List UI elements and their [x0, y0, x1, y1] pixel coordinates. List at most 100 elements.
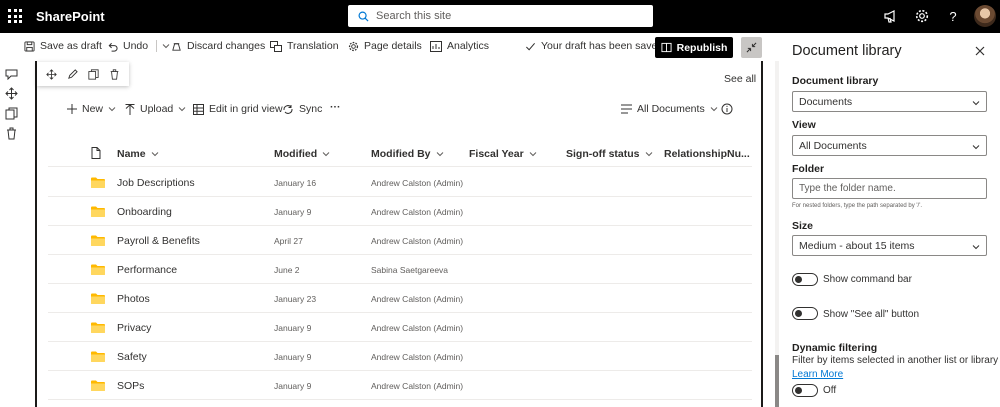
- move-icon[interactable]: [46, 68, 57, 80]
- megaphone-icon[interactable]: [883, 8, 899, 24]
- more-button[interactable]: ···: [330, 101, 341, 113]
- column-label: RelationshipNu...: [664, 148, 750, 160]
- column-header-modified-by[interactable]: Modified By: [371, 148, 444, 160]
- show-see-all-toggle[interactable]: [792, 307, 818, 320]
- section-border-left: [35, 61, 37, 407]
- size-value: Medium - about 15 items: [799, 240, 915, 252]
- row-modified: June 2: [274, 265, 300, 275]
- column-header-relationship[interactable]: RelationshipNu...: [664, 148, 750, 160]
- folder-icon: [91, 206, 105, 217]
- chevron-down-icon: [322, 152, 330, 157]
- table-row[interactable]: Performance June 2 Sabina Saetgareeva: [48, 255, 752, 284]
- row-name[interactable]: Photos: [117, 293, 150, 305]
- sync-icon: [283, 104, 293, 114]
- delete-icon[interactable]: [5, 127, 18, 140]
- duplicate-icon[interactable]: [5, 107, 18, 120]
- undo-button[interactable]: Undo: [107, 40, 170, 52]
- row-name[interactable]: Safety: [117, 351, 147, 363]
- duplicate-icon[interactable]: [88, 68, 99, 80]
- size-dropdown[interactable]: Medium - about 15 items: [792, 235, 987, 256]
- column-header-name[interactable]: Name: [117, 148, 159, 160]
- close-icon[interactable]: [975, 46, 985, 56]
- grid-view-label: Edit in grid view: [209, 103, 283, 115]
- table-row[interactable]: Privacy January 9 Andrew Calston (Admin): [48, 313, 752, 342]
- analytics-icon: [430, 40, 442, 52]
- row-modified-by: Andrew Calston (Admin): [371, 236, 464, 246]
- chevron-down-icon: [972, 101, 980, 106]
- library-dropdown[interactable]: Documents: [792, 91, 987, 112]
- column-label: Sign-off status: [566, 148, 640, 160]
- page-details-button[interactable]: Page details: [348, 40, 422, 52]
- folder-icon: [91, 322, 105, 333]
- library-label: Document library: [792, 75, 879, 87]
- view-switcher[interactable]: All Documents: [621, 103, 718, 115]
- table-row[interactable]: Payroll & Benefits April 27 Andrew Calst…: [48, 226, 752, 255]
- app-title[interactable]: SharePoint: [36, 9, 105, 24]
- folder-input[interactable]: Type the folder name.: [792, 178, 987, 199]
- chevron-down-icon[interactable]: [162, 42, 170, 50]
- see-all-link[interactable]: See all: [724, 73, 756, 85]
- webpart-toolbox: [37, 62, 129, 86]
- table-row[interactable]: SOPs January 9 Andrew Calston (Admin): [48, 371, 752, 400]
- plus-icon: [67, 104, 77, 114]
- row-modified: January 9: [274, 323, 312, 333]
- analytics-label: Analytics: [447, 40, 490, 52]
- checkmark-icon: [526, 42, 536, 50]
- view-value: All Documents: [799, 140, 867, 152]
- table-row[interactable]: Job Descriptions January 16 Andrew Calst…: [48, 168, 752, 197]
- row-name[interactable]: Privacy: [117, 322, 151, 334]
- table-row[interactable]: Photos January 23 Andrew Calston (Admin): [48, 284, 752, 313]
- analytics-button[interactable]: Analytics: [430, 40, 489, 52]
- grid-view-button[interactable]: Edit in grid view: [193, 103, 283, 115]
- property-pane: Document library Document library Docume…: [779, 33, 1000, 407]
- folder-placeholder: Type the folder name.: [799, 183, 896, 194]
- discard-icon: [172, 42, 181, 51]
- upload-button[interactable]: Upload: [125, 103, 186, 115]
- app-launcher-icon[interactable]: [8, 9, 22, 23]
- column-label: Modified By: [371, 148, 431, 160]
- info-button[interactable]: [721, 103, 733, 115]
- row-modified-by: Andrew Calston (Admin): [371, 178, 464, 188]
- search-box[interactable]: Search this site: [348, 5, 653, 27]
- collapse-button[interactable]: [741, 37, 762, 58]
- view-dropdown[interactable]: All Documents: [792, 135, 987, 156]
- row-name[interactable]: Performance: [117, 264, 177, 276]
- delete-icon[interactable]: [109, 68, 120, 80]
- learn-more-link[interactable]: Learn More: [792, 369, 843, 380]
- column-header-fiscal-year[interactable]: Fiscal Year: [469, 148, 537, 160]
- dynamic-filtering-toggle[interactable]: [792, 384, 818, 397]
- column-header-modified[interactable]: Modified: [274, 148, 330, 160]
- row-name[interactable]: Onboarding: [117, 206, 172, 218]
- save-draft-button[interactable]: Save as draft: [24, 40, 102, 52]
- chevron-down-icon: [972, 145, 980, 150]
- table-row[interactable]: Safety January 9 Andrew Calston (Admin): [48, 342, 752, 371]
- help-icon[interactable]: ?: [945, 8, 961, 24]
- section-toolbar: [0, 61, 24, 407]
- row-modified: January 9: [274, 352, 312, 362]
- gear-icon[interactable]: [914, 8, 930, 24]
- row-name[interactable]: Job Descriptions: [117, 177, 195, 189]
- sync-button[interactable]: Sync: [282, 103, 322, 115]
- translation-button[interactable]: Translation: [270, 40, 339, 52]
- table-row[interactable]: Onboarding January 9 Andrew Calston (Adm…: [48, 197, 752, 226]
- edit-section-icon[interactable]: [5, 67, 18, 80]
- library-command-bar: New Upload Edit in grid view Sync ··· Al…: [48, 100, 748, 122]
- gear-icon: [348, 41, 359, 51]
- avatar[interactable]: [974, 5, 996, 27]
- discard-changes-button[interactable]: Discard changes: [171, 40, 265, 52]
- republish-button[interactable]: Republish: [655, 37, 733, 58]
- row-modified: April 27: [274, 236, 303, 246]
- row-name[interactable]: SOPs: [117, 380, 144, 392]
- new-button[interactable]: New: [67, 103, 116, 115]
- file-type-icon[interactable]: [91, 147, 101, 159]
- draft-status: Your draft has been saved: [525, 40, 663, 52]
- edit-icon[interactable]: [67, 68, 78, 80]
- show-command-bar-toggle[interactable]: [792, 273, 818, 286]
- row-name[interactable]: Payroll & Benefits: [117, 235, 200, 247]
- folder-icon: [91, 293, 105, 304]
- move-icon[interactable]: [5, 87, 18, 100]
- column-header-sign-off-status[interactable]: Sign-off status: [566, 148, 653, 160]
- collapse-icon: [746, 42, 757, 53]
- upload-label: Upload: [140, 103, 174, 115]
- folder-icon: [91, 264, 105, 275]
